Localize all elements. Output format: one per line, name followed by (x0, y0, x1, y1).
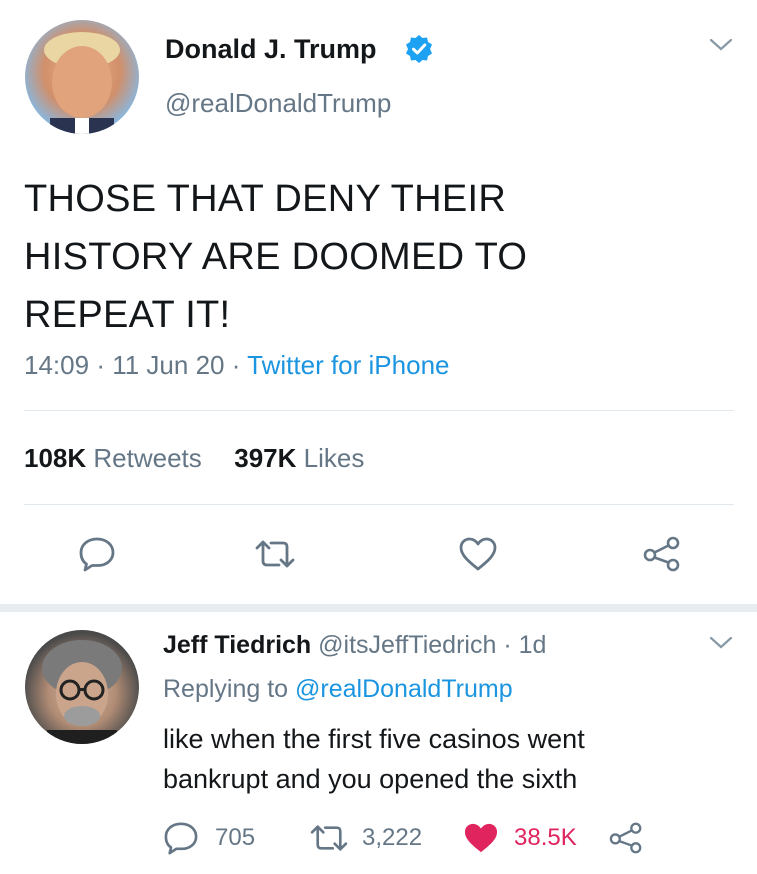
verified-badge-icon (404, 34, 434, 64)
like-icon (464, 823, 498, 853)
reply-text-line: like when the first five casinos went (163, 724, 585, 754)
replying-to: Replying to @realDonaldTrump (163, 673, 513, 705)
tweet-time[interactable]: 14:09 (24, 350, 89, 380)
reply-retweet-button[interactable]: 3,222 (308, 818, 422, 858)
reply-text: like when the first five casinos went ba… (163, 719, 585, 799)
reply-age[interactable]: 1d (519, 631, 547, 659)
like-icon (459, 537, 497, 571)
reply-share-button[interactable] (608, 818, 644, 858)
divider (24, 410, 734, 411)
reply-button[interactable] (72, 532, 122, 576)
reply-header: Jeff Tiedrich @itsJeffTiedrich · 1d (163, 629, 546, 661)
reply-author-avatar[interactable] (25, 630, 139, 744)
likes-stat[interactable]: 397K Likes (234, 443, 364, 473)
reply-icon (164, 822, 198, 855)
reply-icon (79, 537, 115, 572)
retweets-stat[interactable]: 108K Retweets (24, 443, 209, 473)
share-button[interactable] (637, 532, 687, 576)
reply-count: 705 (215, 824, 256, 851)
tweet-text-line: HISTORY ARE DOOMED TO (24, 236, 528, 278)
reply-author-name[interactable]: Jeff Tiedrich (163, 631, 311, 659)
tweet-meta: 14:09 · 11 Jun 20 · Twitter for iPhone (24, 349, 449, 381)
likes-count: 397K (234, 443, 297, 473)
author-handle[interactable]: @realDonaldTrump (165, 88, 391, 118)
like-button[interactable] (453, 532, 503, 576)
chevron-down-icon[interactable] (708, 634, 734, 652)
likes-label: Likes (303, 443, 365, 473)
section-separator (0, 604, 757, 612)
tweet-text-line: REPEAT IT! (24, 294, 231, 336)
author-name[interactable]: Donald J. Trump (165, 33, 377, 65)
engagement-stats: 108K Retweets 397K Likes (24, 442, 364, 474)
chevron-down-icon[interactable] (708, 36, 734, 54)
meta-separator: · (96, 350, 105, 380)
divider (24, 504, 734, 505)
retweet-button[interactable] (250, 532, 300, 576)
like-count: 38.5K (514, 824, 577, 851)
reply-author-handle[interactable]: @itsJeffTiedrich (318, 631, 496, 659)
author-name-text[interactable]: Donald J. Trump (165, 34, 377, 64)
meta-separator: · (231, 350, 241, 380)
tweet-source[interactable]: Twitter for iPhone (247, 350, 449, 380)
retweets-label: Retweets (93, 443, 202, 473)
tweet-text-line: THOSE THAT DENY THEIR (24, 178, 507, 220)
tweet-text: THOSE THAT DENY THEIR HISTORY ARE DOOMED… (24, 170, 527, 344)
retweet-count: 3,222 (362, 824, 423, 851)
retweet-icon (255, 540, 295, 568)
replying-to-label: Replying to (163, 675, 289, 703)
reply-separator: · (503, 631, 512, 659)
tweet-date[interactable]: 11 Jun 20 (112, 350, 224, 380)
reply-reply-button[interactable]: 705 (163, 818, 255, 858)
replying-to-handle[interactable]: @realDonaldTrump (295, 675, 513, 703)
share-icon (643, 536, 680, 572)
share-icon (609, 822, 642, 854)
reply-text-line: bankrupt and you opened the sixth (163, 764, 578, 794)
retweets-count: 108K (24, 443, 87, 473)
author-avatar[interactable] (25, 20, 139, 134)
retweet-icon (310, 825, 348, 851)
reply-like-button[interactable]: 38.5K (462, 818, 577, 858)
